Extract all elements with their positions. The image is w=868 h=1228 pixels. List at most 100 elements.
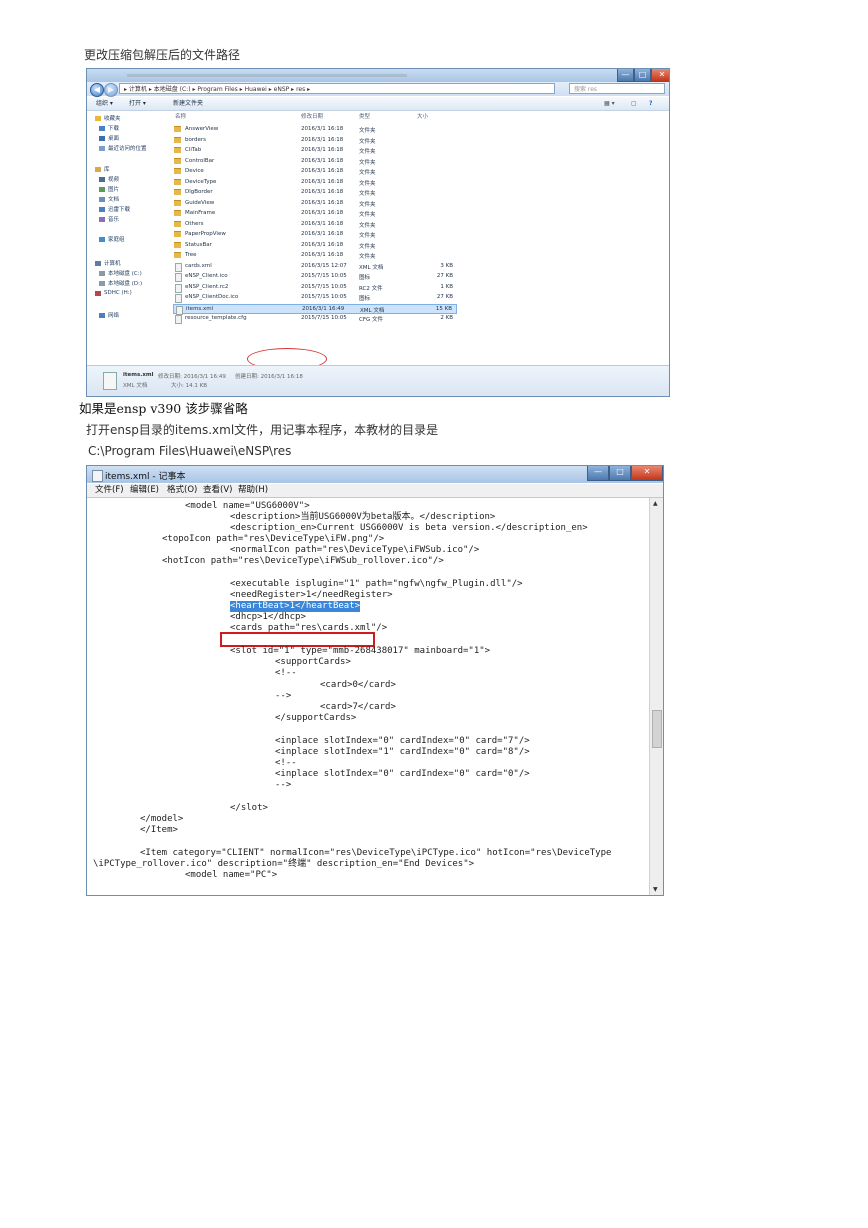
file-icon: [175, 315, 182, 324]
help-icon[interactable]: ?: [649, 97, 652, 110]
column-header-type[interactable]: 类型: [359, 112, 370, 120]
file-row[interactable]: resource_template.cfg 2015/7/15 10:05 CFG …: [173, 314, 457, 324]
nav-item[interactable]: 家庭组: [99, 235, 125, 243]
maximize-button[interactable]: □: [634, 69, 651, 82]
file-type: 文件夹: [359, 170, 376, 176]
nav-item[interactable]: 文档: [99, 195, 119, 203]
file-type: CFG 文件: [359, 317, 384, 323]
open-button[interactable]: 打开 ▾: [129, 97, 146, 110]
file-name: borders: [185, 136, 207, 143]
nav-item[interactable]: 迅雷下载: [99, 205, 130, 213]
code-line: <cards path="res\cards.xml"/>: [230, 623, 388, 633]
file-row[interactable]: GuideView 2016/3/1 16:18 文件夹: [173, 199, 457, 209]
notepad-window: items.xml - 记事本 — □ ✕ 文件(F) 编辑(E) 格式(O) 查看(…: [86, 465, 664, 896]
file-date: 2016/3/15 12:07: [301, 262, 347, 269]
nav-item[interactable]: 图片: [99, 185, 119, 193]
nav-item-label: 音乐: [108, 217, 120, 223]
menu-item[interactable]: 文件(F): [95, 484, 124, 497]
search-input[interactable]: 搜索 res: [569, 83, 665, 94]
nav-item[interactable]: 下载: [99, 124, 119, 132]
scrollbar-thumb[interactable]: [652, 710, 662, 748]
file-row[interactable]: eNSP_ClientDoc.ico 2015/7/15 10:05 图标 27 KB: [173, 293, 457, 303]
preview-pane-icon[interactable]: ▢: [631, 97, 637, 110]
menu-item[interactable]: 帮助(H): [238, 484, 268, 497]
nav-item[interactable]: 计算机: [95, 259, 121, 267]
file-row[interactable]: Tree 2016/3/1 16:18 文件夹: [173, 251, 457, 261]
code-line: <slot id="1" type="mmb-268438017" mainbo…: [230, 646, 491, 656]
menu-item[interactable]: 格式(O): [167, 484, 197, 497]
file-type: 文件夹: [359, 159, 376, 166]
close-button[interactable]: ✕: [631, 466, 663, 481]
nav-item[interactable]: 网络: [99, 311, 119, 319]
minimize-button[interactable]: —: [587, 466, 609, 481]
new-folder-button[interactable]: 新建文件夹: [173, 97, 203, 110]
nav-item[interactable]: 库: [95, 165, 110, 173]
file-name: eNSP_Client.rc2: [185, 283, 229, 290]
nav-item[interactable]: 收藏夹: [95, 114, 121, 122]
file-row[interactable]: CliTab 2016/3/1 16:18 文件夹: [173, 146, 457, 156]
minimize-button[interactable]: —: [617, 69, 634, 82]
code-line: <!--: [275, 758, 297, 768]
file-name: resource_template.cfg: [185, 315, 247, 321]
file-row[interactable]: MainFrame 2016/3/1 16:18 文件夹: [173, 209, 457, 219]
xml-file-icon: [103, 372, 117, 390]
close-button[interactable]: ✕: [651, 69, 669, 82]
file-row[interactable]: eNSP_Client.ico 2015/7/15 10:05 图标 27 KB: [173, 272, 457, 282]
file-type: 图标: [359, 275, 371, 281]
scroll-up-icon[interactable]: ▲: [653, 500, 658, 507]
view-options-icon[interactable]: ▦ ▾: [604, 97, 615, 110]
file-row[interactable]: items.xml 2016/3/1 16:49 XML 文档 15 KB: [173, 303, 457, 315]
file-row[interactable]: DlgBorder 2016/3/1 16:18 文件夹: [173, 188, 457, 198]
column-header-date[interactable]: 修改日期: [301, 112, 323, 120]
code-line: \iPCType_rollover.ico" description="终端" …: [93, 859, 475, 869]
organize-button[interactable]: 组织 ▾: [96, 97, 113, 110]
nav-item[interactable]: 本地磁盘 (D:): [99, 279, 142, 287]
section-heading: 更改压缩包解压后的文件路径: [84, 48, 241, 62]
nav-item[interactable]: 音乐: [99, 215, 119, 223]
highlight-annotation-box: [220, 632, 375, 647]
back-icon[interactable]: ◀: [90, 83, 104, 97]
folder-icon: [174, 241, 181, 248]
maximize-button[interactable]: □: [609, 466, 631, 481]
nav-item-label: 迅雷下载: [108, 207, 131, 213]
scroll-down-icon[interactable]: ▼: [653, 886, 658, 893]
notepad-text-area[interactable]: <model name="USG6000V"> <description>当前US…: [87, 498, 650, 895]
menu-item[interactable]: 查看(V): [203, 484, 232, 497]
file-row[interactable]: Device 2016/3/1 16:18 文件夹: [173, 167, 457, 177]
file-list: 名称 修改日期 类型 大小 AnswerView 2016/3/1 16:18 文件…: [167, 111, 667, 370]
column-header-name[interactable]: 名称: [175, 112, 186, 120]
column-header-size[interactable]: 大小: [417, 112, 428, 120]
library-icon: [95, 166, 101, 172]
vertical-scrollbar[interactable]: ▲ ▼: [649, 498, 663, 895]
heartbeat-line-selected: <heartBeat>1</heartBeat>: [230, 601, 361, 612]
menu-item[interactable]: 编辑(E): [130, 484, 159, 497]
nav-item[interactable]: SDHC (H:): [95, 289, 132, 297]
nav-item[interactable]: 视频: [99, 175, 119, 183]
details-filename: items.xml: [123, 372, 154, 378]
file-row[interactable]: PaperPropView 2016/3/1 16:18 文件夹: [173, 230, 457, 240]
folder-icon: [174, 157, 181, 164]
address-input[interactable]: ▸ 计算机 ▸ 本地磁盘 (C:) ▸ Program Files ▸ Huaw…: [119, 83, 555, 94]
file-type: 文件夹: [359, 254, 376, 260]
nav-item[interactable]: 最近访问的位置: [99, 144, 147, 152]
forward-icon[interactable]: ▶: [104, 83, 118, 97]
file-row[interactable]: eNSP_Client.rc2 2015/7/15 10:05 RC2 文件 1 KB: [173, 283, 457, 293]
file-type: RC2 文件: [359, 285, 383, 292]
file-row[interactable]: DeviceType 2016/3/1 16:18 文件夹: [173, 178, 457, 188]
file-row[interactable]: AnswerView 2016/3/1 16:18 文件夹: [173, 125, 457, 135]
file-name: CliTab: [185, 147, 202, 153]
folder-icon: [174, 199, 181, 206]
picture-icon: [99, 186, 105, 192]
nav-item-label: 视频: [108, 177, 120, 183]
file-row[interactable]: borders 2016/3/1 16:18 文件夹: [173, 136, 457, 146]
file-type: 文件夹: [359, 212, 376, 218]
file-type: 文件夹: [359, 180, 376, 187]
code-line: <description>当前USG6000V为beta版本。</descrip…: [230, 512, 496, 522]
file-row[interactable]: ControlBar 2016/3/1 16:18 文件夹: [173, 157, 457, 167]
file-row[interactable]: cards.xml 2016/3/15 12:07 XML 文档 3 KB: [173, 262, 457, 272]
nav-item[interactable]: 本地磁盘 (C:): [99, 269, 142, 277]
code-line: </supportCards>: [275, 713, 357, 723]
file-row[interactable]: StatusBar 2016/3/1 16:18 文件夹: [173, 241, 457, 251]
nav-item[interactable]: 桌面: [99, 134, 119, 142]
file-row[interactable]: Others 2016/3/1 16:18 文件夹: [173, 220, 457, 230]
